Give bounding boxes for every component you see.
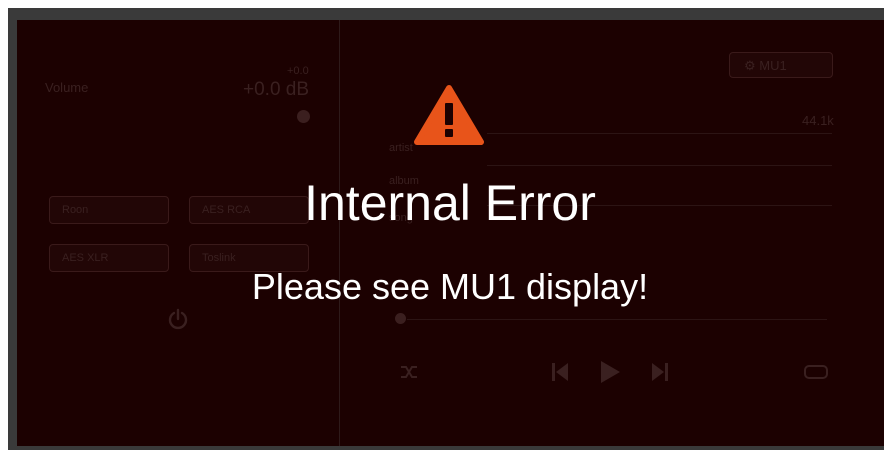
error-title: Internal Error [304,175,596,231]
error-overlay: Internal Error Please see MU1 display! [0,0,884,450]
warning-triangle-icon [414,85,484,145]
error-message: Please see MU1 display! [251,266,649,307]
